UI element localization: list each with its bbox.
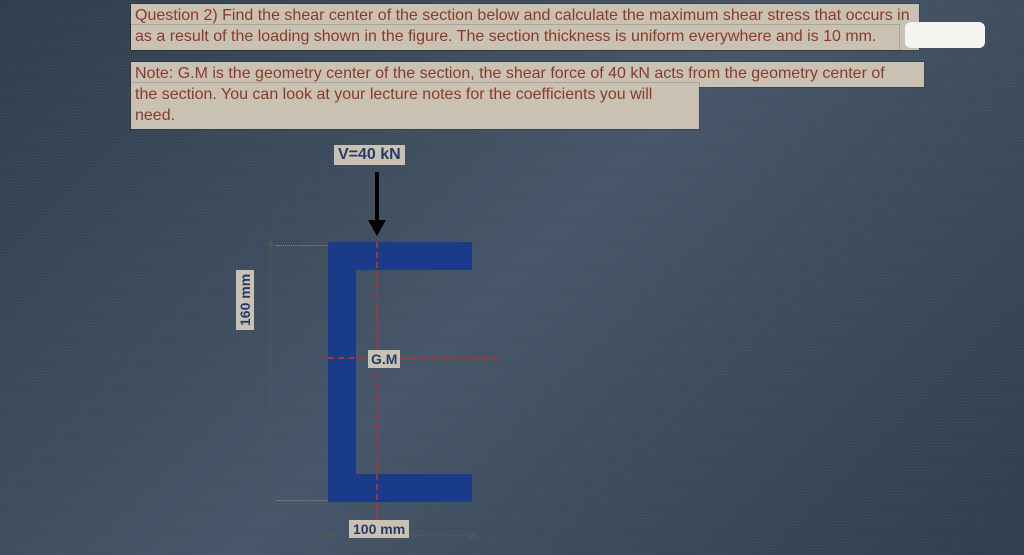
dimension-height-label: 160 mm (236, 270, 254, 330)
c-top-flange (328, 242, 472, 270)
force-label: V=40 kN (334, 145, 405, 165)
centerline-horizontal (328, 357, 498, 359)
extension-line (276, 500, 328, 501)
centerline-vertical (376, 242, 378, 520)
dimension-width-label: 100 mm (349, 520, 409, 538)
page: Question 2) Find the shear center of the… (0, 0, 1024, 555)
c-section-shape (328, 242, 472, 502)
gm-label: G.M (368, 350, 400, 368)
c-bot-flange (328, 474, 472, 502)
question-text-line2: as a result of the loading shown in the … (131, 25, 899, 50)
c-web (328, 242, 356, 502)
force-arrow-icon (375, 172, 379, 222)
extension-line (276, 245, 328, 246)
dimension-line-vertical (270, 246, 271, 498)
note-text-line2: the section. You can look at your lectur… (131, 83, 699, 129)
redaction-blob (905, 22, 985, 48)
